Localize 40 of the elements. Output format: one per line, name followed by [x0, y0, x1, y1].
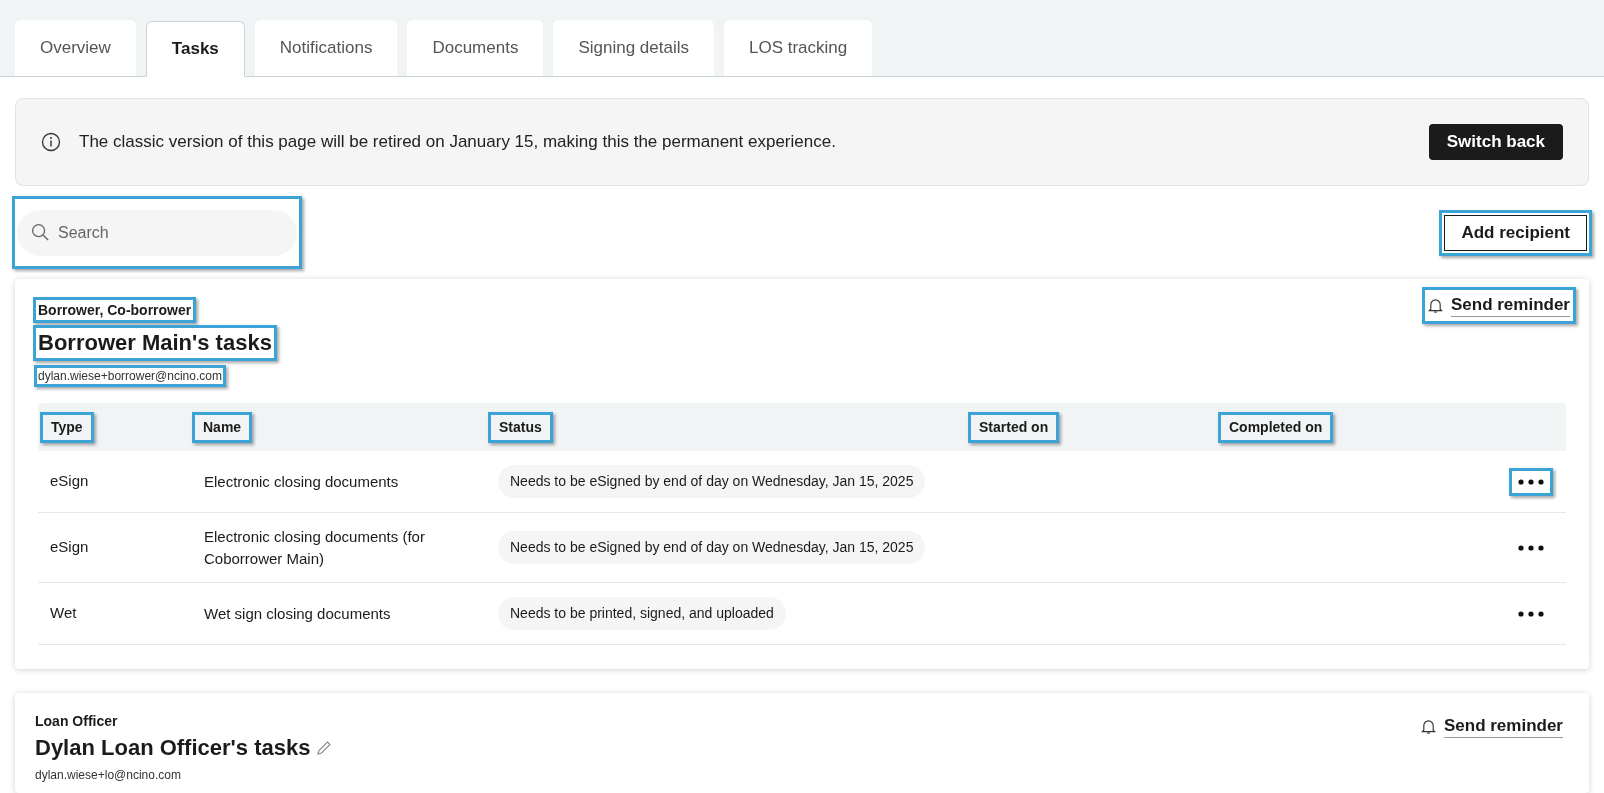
recipient-email: dylan.wiese+lo@ncino.com	[35, 767, 181, 783]
table-cell-text: Electronic closing documents (for Coborrower Main)	[203, 526, 426, 569]
send-reminder-button[interactable]: Send reminder	[1427, 294, 1570, 317]
recipient-email: dylan.wiese+borrower@ncino.com	[38, 368, 222, 384]
status-pill: Needs to be eSigned by end of day on Wednesday, Jan 15, 2025	[498, 531, 926, 564]
column-header: Name	[202, 417, 243, 437]
card-title: Dylan Loan Officer's tasks	[35, 734, 311, 762]
tab[interactable]: Documents	[407, 20, 544, 76]
column-header: Started on	[978, 417, 1050, 437]
table-cell-text: Electronic closing documents	[203, 471, 400, 492]
tab[interactable]: LOS tracking	[724, 20, 873, 76]
tab[interactable]: Signing details	[553, 20, 714, 76]
table-cell-text: Wet sign closing documents	[203, 603, 392, 624]
switch-back-button[interactable]: Switch back	[1428, 124, 1563, 160]
ellipsis-icon	[1518, 478, 1544, 485]
status-pill: Needs to be eSigned by end of day on Wednesday, Jan 15, 2025	[498, 465, 926, 498]
tab[interactable]: Tasks	[145, 21, 245, 77]
bell-icon	[1427, 297, 1443, 314]
status-pill: Needs to be printed, signed, and uploaded	[498, 597, 786, 630]
recipient-role: Borrower, Co-borrower	[38, 301, 192, 319]
column-header: Type	[50, 417, 84, 437]
column-header: Status	[498, 417, 543, 437]
search-icon	[31, 222, 50, 242]
column-header: Completed on	[1228, 417, 1324, 437]
card-title: Borrower Main's tasks	[38, 329, 272, 357]
banner-message: The classic version of this page will be retired on January 15, making this the permanent experience.	[79, 131, 836, 154]
tab[interactable]: Overview	[15, 20, 136, 76]
table-cell-text: eSign	[49, 471, 90, 492]
search-field[interactable]: Search	[17, 209, 297, 256]
ellipsis-icon	[1518, 610, 1544, 617]
ellipsis-icon	[1518, 544, 1544, 551]
pencil-icon[interactable]	[316, 740, 333, 756]
table-cell-text: eSign	[49, 537, 90, 558]
tab[interactable]: Notifications	[254, 20, 398, 76]
table-cell-text: Wet	[49, 603, 78, 624]
info-icon	[41, 132, 61, 152]
add-recipient-button[interactable]: Add recipient	[1444, 214, 1587, 251]
recipient-role: Loan Officer	[35, 712, 118, 730]
bell-icon	[1420, 718, 1436, 735]
send-reminder-button[interactable]: Send reminder	[1420, 715, 1563, 738]
